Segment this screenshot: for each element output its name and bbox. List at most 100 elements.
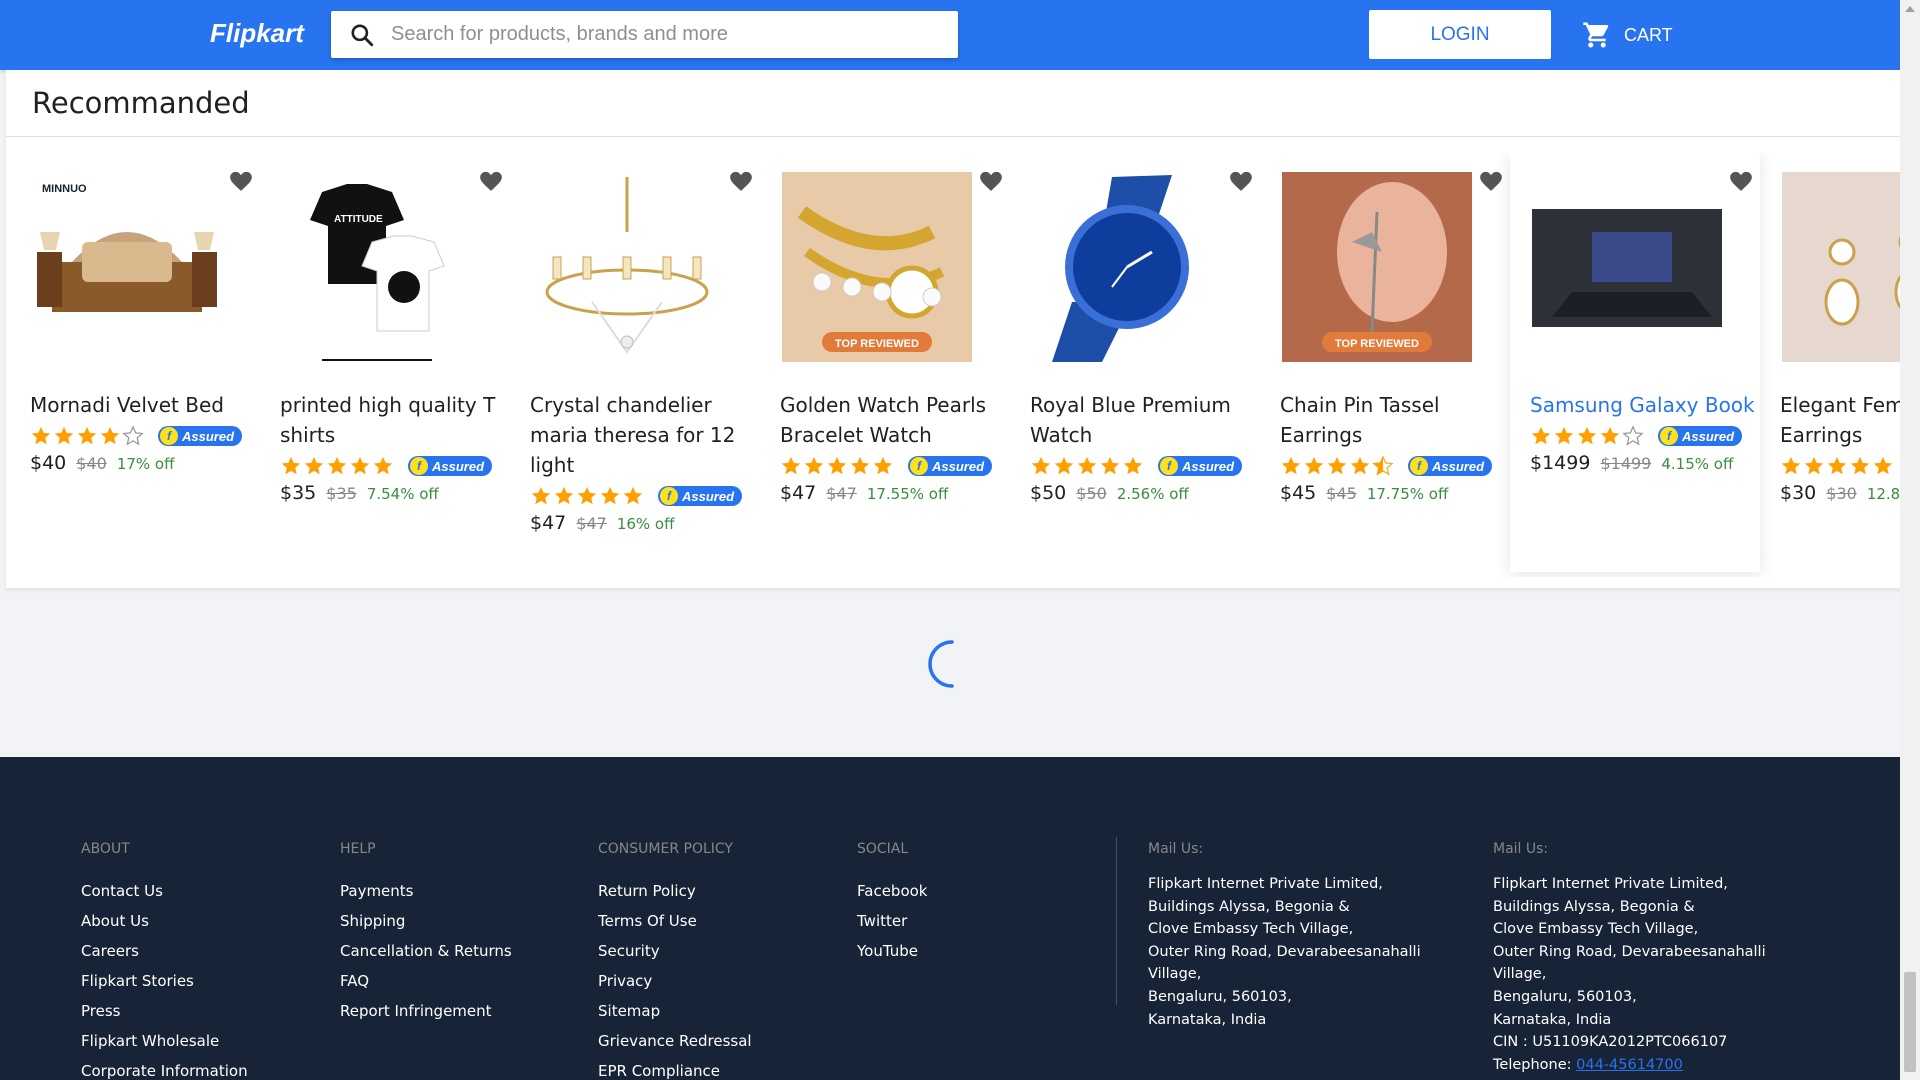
rating-row: fAssured <box>1030 452 1270 480</box>
rating-row: fAssured <box>30 422 270 450</box>
product-name[interactable]: Golden Watch Pearls Bracelet Watch <box>780 390 1015 450</box>
star-rating <box>530 485 645 507</box>
product-image[interactable] <box>1032 172 1222 362</box>
heart-wishlist-icon[interactable] <box>1728 168 1754 192</box>
product-card[interactable]: TOP REVIEWED Golden Watch Pearls Bracele… <box>760 152 1010 572</box>
product-name[interactable]: Elegant Female Earrings <box>1780 390 1900 450</box>
scrollbar-thumb[interactable] <box>1904 972 1916 1072</box>
footer-links: Contact Us About Us Careers Flipkart Storie… <box>81 876 248 1080</box>
product-card[interactable]: Royal Blue Premium Watch f Assured $50 $5… <box>1010 152 1260 572</box>
footer-heading: ABOUT <box>81 841 130 857</box>
svg-text:ATTITUDE: ATTITUDE <box>334 214 383 225</box>
star-icon <box>1600 426 1620 445</box>
assured-label: Assured <box>432 458 485 474</box>
divider <box>6 136 1900 137</box>
product-image[interactable]: TOP REVIEWED <box>782 172 972 362</box>
footer-link[interactable]: Press <box>81 996 248 1026</box>
star-rating <box>1530 425 1645 447</box>
star-icon <box>304 456 324 475</box>
discount: 17.55% off <box>866 485 949 503</box>
price: $35 <box>280 482 317 504</box>
footer-link[interactable]: Privacy <box>598 966 752 996</box>
discount: 12.8% off <box>1866 485 1900 503</box>
star-icon <box>850 456 870 475</box>
footer-link[interactable]: Corporate Information <box>81 1056 248 1080</box>
footer-link[interactable]: EPR Compliance <box>598 1056 752 1080</box>
scroll-up-arrow-icon[interactable] <box>1905 6 1915 12</box>
product-image[interactable]: ATTITUDE <box>282 172 472 362</box>
heart-wishlist-icon[interactable] <box>978 168 1004 192</box>
search-input[interactable] <box>391 11 951 58</box>
footer-link[interactable]: Flipkart Stories <box>81 966 248 996</box>
price: $40 <box>30 452 67 474</box>
footer-link[interactable]: Facebook <box>857 876 927 906</box>
product-card[interactable]: ATTITUDE printed high quality T shirts f… <box>260 152 510 572</box>
top-navbar: Flipkart LOGIN CART <box>0 0 1900 70</box>
footer-link[interactable]: Return Policy <box>598 876 752 906</box>
flipkart-logo[interactable]: Flipkart <box>210 18 304 49</box>
footer-col-about: ABOUT Contact Us About Us Careers Flipkart … <box>81 841 248 1080</box>
product-name[interactable]: printed high quality T shirts <box>280 390 515 450</box>
footer-link[interactable]: Shipping <box>340 906 512 936</box>
heart-wishlist-icon[interactable] <box>1478 168 1504 192</box>
assured-badge: f Assured <box>408 456 493 476</box>
footer-link[interactable]: Twitter <box>857 906 927 936</box>
footer-link[interactable]: Security <box>598 936 752 966</box>
footer-col-social: SOCIAL Facebook Twitter YouTube <box>857 841 927 966</box>
assured-badge: f Assured <box>658 486 743 506</box>
telephone-link[interactable]: 044-45614700 <box>1576 1057 1683 1073</box>
product-image[interactable] <box>1782 172 1900 362</box>
footer-links: Facebook Twitter YouTube <box>857 876 927 966</box>
star-icon <box>1281 456 1301 475</box>
vertical-scrollbar[interactable] <box>1900 0 1920 1080</box>
footer-link[interactable]: Grievance Redressal <box>598 1026 752 1056</box>
cart-button[interactable]: CART <box>1582 20 1673 50</box>
search-icon[interactable] <box>349 22 375 48</box>
address-line: Outer Ring Road, Devarabeesanahalli Vill… <box>1148 943 1421 983</box>
footer-link[interactable]: Flipkart Wholesale <box>81 1026 248 1056</box>
address-line: Bengaluru, 560103, <box>1148 988 1292 1005</box>
footer-link[interactable]: About Us <box>81 906 248 936</box>
address-line: Flipkart Internet Private Limited, <box>1493 876 1728 892</box>
footer-link[interactable]: Cancellation & Returns <box>340 936 512 966</box>
assured-badge: f Assured <box>1658 426 1743 446</box>
search-bar <box>331 11 958 58</box>
heart-wishlist-icon[interactable] <box>478 168 504 192</box>
heart-wishlist-icon[interactable] <box>728 168 754 192</box>
product-image[interactable] <box>532 172 722 362</box>
footer-link[interactable]: Sitemap <box>598 996 752 1026</box>
star-rating <box>280 455 395 477</box>
product-card[interactable]: Samsung Galaxy Book f Assured $1499 $1499… <box>1510 152 1760 572</box>
product-image[interactable]: TOP REVIEWED <box>1282 172 1472 362</box>
product-card[interactable]: Crystal chandelier maria theresa for 12 … <box>510 152 760 572</box>
login-button[interactable]: LOGIN <box>1369 10 1551 59</box>
footer-link[interactable]: Careers <box>81 936 248 966</box>
product-card[interactable]: Elegant Female Earrings fAssured $30 $30… <box>1760 152 1900 572</box>
product-card[interactable]: MINNUO Mornadi Velvet Bed f Assured $40 $… <box>10 152 260 572</box>
original-price: $50 <box>1076 484 1107 503</box>
footer-link[interactable]: Payments <box>340 876 512 906</box>
product-meta: f Assured $45 $45 17.75% off <box>1280 452 1520 512</box>
product-name[interactable]: Royal Blue Premium Watch <box>1030 390 1265 450</box>
footer-link[interactable]: FAQ <box>340 966 512 996</box>
product-name[interactable]: Samsung Galaxy Book <box>1530 390 1765 420</box>
price-row: $1499 $1499 4.15% off <box>1530 452 1770 482</box>
footer-link[interactable]: Terms Of Use <box>598 906 752 936</box>
footer-link[interactable]: Contact Us <box>81 876 248 906</box>
product-name[interactable]: Crystal chandelier maria theresa for 12 … <box>530 390 765 480</box>
footer-link[interactable]: Report Infringement <box>340 996 512 1026</box>
heart-wishlist-icon[interactable] <box>228 168 254 192</box>
flipkart-f-icon: f <box>910 457 928 475</box>
product-image[interactable]: MINNUO <box>32 172 222 362</box>
product-name[interactable]: Chain Pin Tassel Earrings <box>1280 390 1515 450</box>
product-image[interactable] <box>1532 172 1722 362</box>
star-icon <box>1054 456 1074 475</box>
assured-label: Assured <box>182 428 235 444</box>
product-carousel: MINNUO Mornadi Velvet Bed f Assured $40 $… <box>6 152 1900 577</box>
product-card[interactable]: TOP REVIEWED Chain Pin Tassel Earrings f… <box>1260 152 1510 572</box>
footer-link[interactable]: YouTube <box>857 936 927 966</box>
price-row: $50 $50 2.56% off <box>1030 482 1270 512</box>
product-name[interactable]: Mornadi Velvet Bed <box>30 390 265 420</box>
heart-wishlist-icon[interactable] <box>1228 168 1254 192</box>
top-reviewed-badge: TOP REVIEWED <box>1335 338 1419 350</box>
